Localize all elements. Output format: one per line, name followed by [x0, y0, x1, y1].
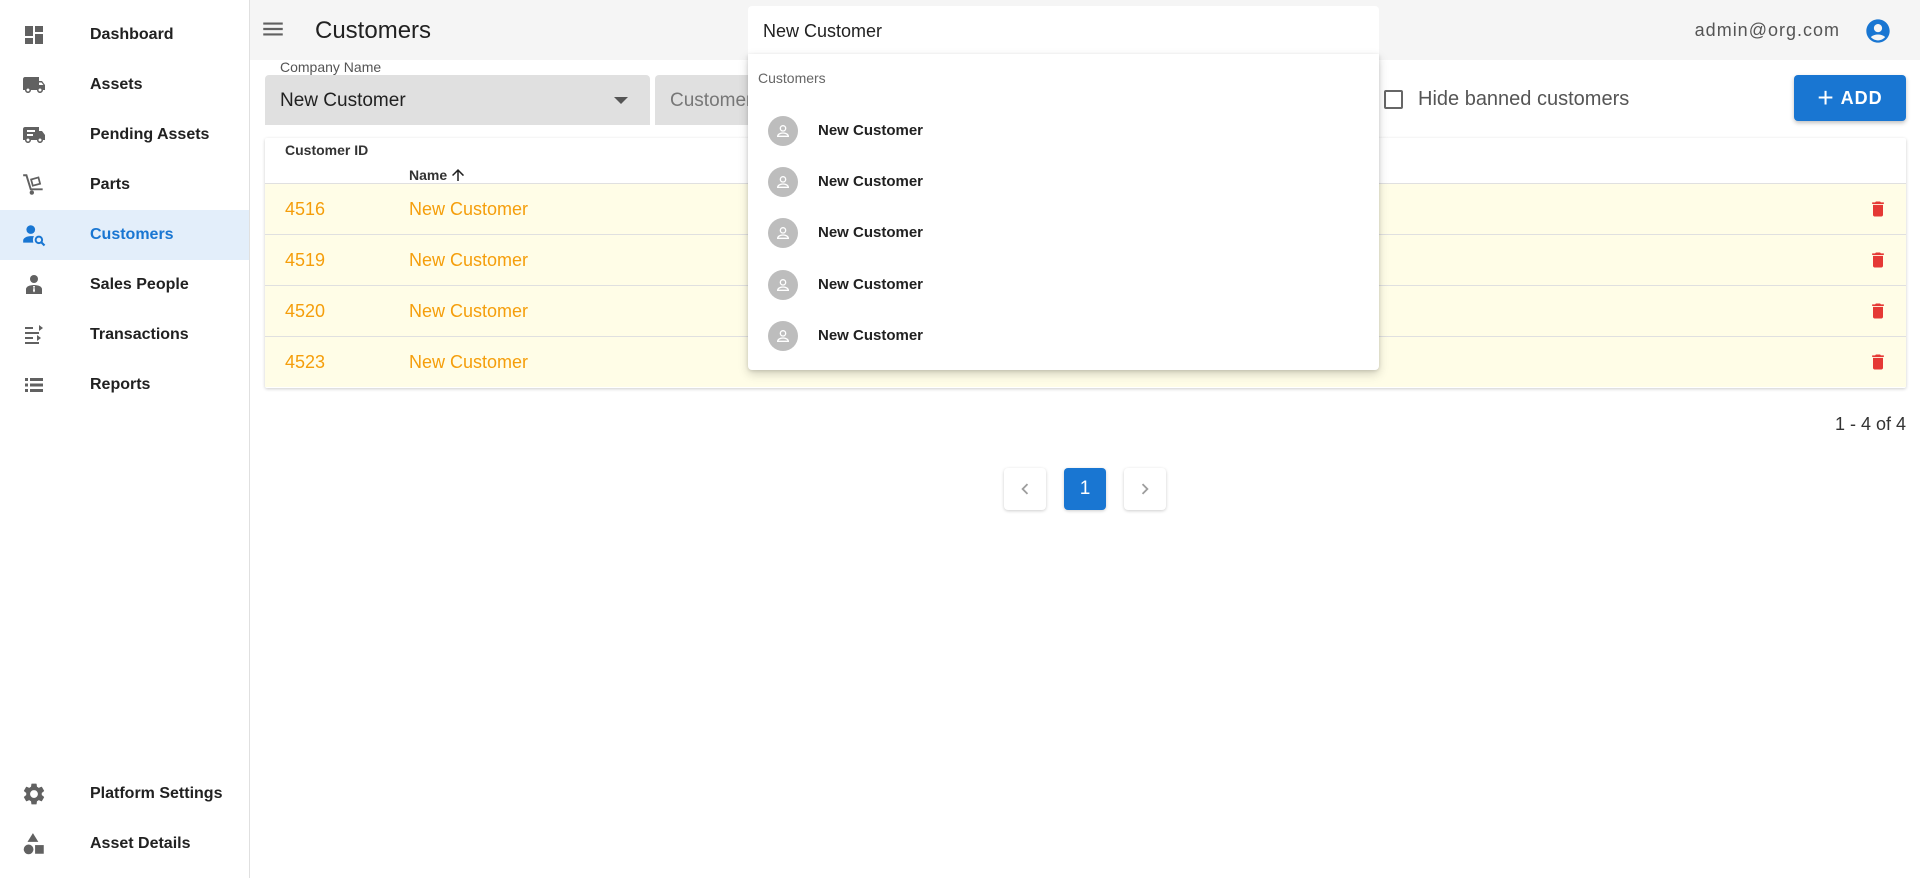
delete-icon[interactable]	[1868, 300, 1888, 322]
sidebar-item-pending-assets[interactable]: Pending Assets	[0, 110, 249, 160]
column-header-label: Customer ID	[285, 142, 369, 158]
chevron-left-icon	[1021, 483, 1029, 495]
sidebar-item-platform-settings[interactable]: Platform Settings	[0, 769, 249, 819]
hide-banned-checkbox[interactable]: Hide banned customers	[1384, 88, 1629, 111]
search-result-item[interactable]: New Customer	[748, 155, 1379, 206]
search-result-name: New Customer	[818, 173, 924, 190]
truck-pending-icon	[21, 123, 47, 147]
account-circle-icon[interactable]	[1864, 17, 1892, 45]
search-result-name: New Customer	[818, 276, 924, 293]
sidebar-item-label: Customers	[90, 226, 174, 243]
customer-filter-field[interactable]: Customer	[655, 75, 755, 125]
add-customer-button[interactable]: + ADD	[1794, 75, 1906, 121]
search-field[interactable]	[748, 6, 1379, 56]
customer-id-cell: 4523	[285, 352, 326, 372]
chevron-right-icon	[1141, 483, 1149, 495]
sidebar-item-label: Reports	[90, 376, 151, 393]
sidebar: Dashboard Assets Pending Assets Parts Cu…	[0, 0, 250, 878]
next-page-button[interactable]	[1124, 468, 1166, 510]
dropdown-group-header: Customers	[758, 70, 826, 86]
sidebar-item-label: Parts	[90, 176, 131, 193]
arrow-up-icon	[452, 169, 465, 181]
menu-icon[interactable]	[260, 16, 286, 42]
sidebar-item-asset-details[interactable]: Asset Details	[0, 819, 249, 869]
page-button-current[interactable]: 1	[1064, 468, 1106, 510]
customer-id-cell: 4520	[285, 301, 326, 321]
account-avatar-icon	[768, 218, 798, 248]
account-avatar-icon	[768, 270, 798, 300]
sidebar-item-label: Assets	[90, 76, 143, 93]
search-result-item[interactable]: New Customer	[748, 206, 1379, 257]
pagination-range: 1 - 4 of 4	[1834, 414, 1906, 434]
prev-page-button[interactable]	[1004, 468, 1046, 510]
account-tie-icon	[21, 273, 47, 297]
hide-banned-label: Hide banned customers	[1418, 88, 1630, 110]
search-result-name: New Customer	[818, 122, 924, 139]
transactions-icon	[21, 323, 47, 347]
add-button-label: ADD	[1840, 87, 1883, 108]
customer-id-cell: 4516	[285, 199, 326, 219]
customer-id-cell: 4519	[285, 250, 326, 270]
sidebar-item-label: Sales People	[90, 276, 189, 293]
search-result-item[interactable]: New Customer	[748, 309, 1379, 360]
delete-icon[interactable]	[1868, 351, 1888, 373]
sidebar-item-dashboard[interactable]: Dashboard	[0, 10, 249, 60]
account-avatar-icon	[768, 321, 798, 351]
sidebar-item-customers[interactable]: Customers	[0, 210, 249, 260]
sidebar-item-label: Pending Assets	[90, 126, 210, 143]
list-icon	[21, 373, 47, 397]
caret-down-icon	[614, 97, 628, 104]
sidebar-item-label: Platform Settings	[90, 785, 223, 802]
company-name-label: Company Name	[280, 59, 382, 75]
account-avatar-icon	[768, 167, 798, 197]
search-result-item[interactable]: New Customer	[748, 104, 1379, 155]
sidebar-item-assets[interactable]: Assets	[0, 60, 249, 110]
column-header-label: Name	[409, 167, 448, 183]
customer-name-link[interactable]: New Customer	[409, 352, 528, 373]
search-result-name: New Customer	[818, 327, 924, 344]
customer-name-link[interactable]: New Customer	[409, 250, 528, 271]
customer-filter-placeholder: Customer	[670, 90, 753, 111]
customer-name-link[interactable]: New Customer	[409, 199, 528, 220]
account-search-icon	[21, 223, 47, 247]
company-name-select[interactable]: New Customer	[265, 75, 650, 125]
column-header-customer-id[interactable]: Customer ID	[285, 140, 368, 186]
sidebar-item-label: Transactions	[90, 326, 189, 343]
sidebar-item-reports[interactable]: Reports	[0, 360, 249, 410]
truck-icon	[21, 73, 47, 97]
plus-icon: +	[1817, 82, 1835, 113]
sidebar-item-transactions[interactable]: Transactions	[0, 310, 249, 360]
customer-name-link[interactable]: New Customer	[409, 301, 528, 322]
search-result-item[interactable]: New Customer	[748, 258, 1379, 309]
sidebar-item-sales-people[interactable]: Sales People	[0, 260, 249, 310]
account-avatar-icon	[768, 116, 798, 146]
dashboard-icon	[21, 23, 47, 47]
search-results-dropdown: Customers New Customer New Customer New …	[748, 54, 1379, 370]
search-input[interactable]	[748, 6, 1379, 56]
delete-icon[interactable]	[1868, 249, 1888, 271]
sidebar-item-label: Asset Details	[90, 835, 191, 852]
company-name-value: New Customer	[280, 90, 406, 111]
sidebar-item-label: Dashboard	[90, 26, 174, 43]
search-result-name: New Customer	[818, 224, 924, 241]
gear-icon	[21, 782, 47, 806]
page-title: Customers	[315, 17, 432, 44]
dolly-icon	[21, 173, 47, 197]
sidebar-item-parts[interactable]: Parts	[0, 160, 249, 210]
checkbox-unchecked-icon[interactable]	[1384, 90, 1403, 109]
shapes-icon	[21, 832, 47, 856]
delete-icon[interactable]	[1868, 198, 1888, 220]
user-email: admin@org.com	[1694, 20, 1840, 40]
